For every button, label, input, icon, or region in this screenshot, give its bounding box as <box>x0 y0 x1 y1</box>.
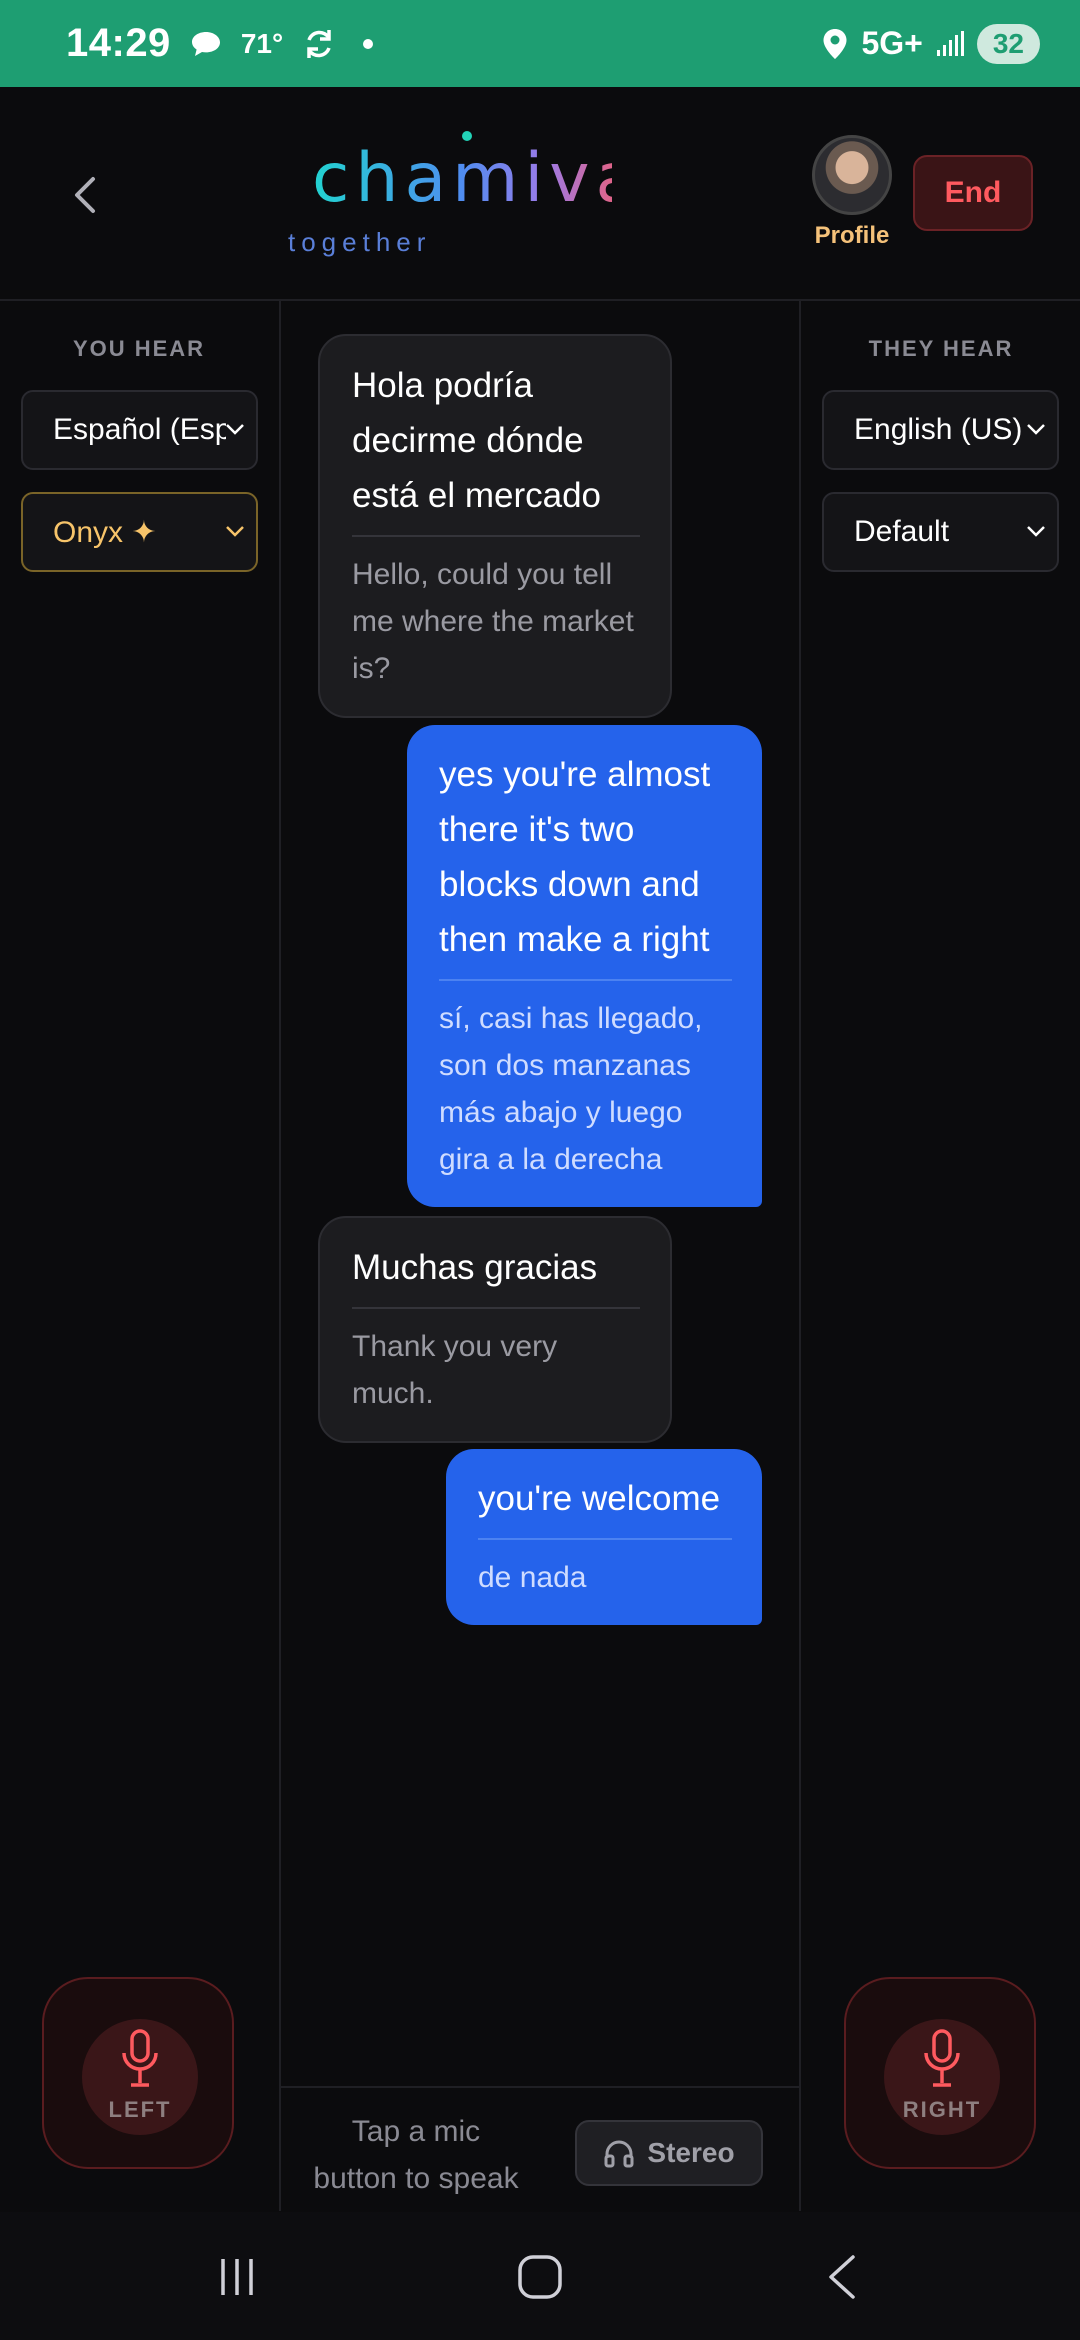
location-icon <box>823 28 847 59</box>
message-bubble-sent: yes you're almost there it's two blocks … <box>407 725 762 1207</box>
message-original: you're welcome <box>478 1479 721 1518</box>
avatar[interactable] <box>812 135 892 215</box>
chevron-down-icon <box>1027 526 1045 537</box>
network-type: 5G+ <box>861 25 923 61</box>
left-language-value: Español (España) <box>53 413 226 446</box>
notification-dot <box>363 38 374 49</box>
sync-icon <box>307 29 331 58</box>
message-translation: Hello, could you tell me where the marke… <box>352 558 634 685</box>
message-original: yes you're almost there it's two blocks … <box>439 755 711 959</box>
end-button[interactable]: End <box>913 155 1033 231</box>
message-translation: de nada <box>478 1561 587 1594</box>
message-bubble-sent: you're welcome de nada <box>446 1449 762 1625</box>
status-temperature: 71° <box>240 27 284 59</box>
system-nav-bar <box>0 2212 1080 2340</box>
nav-back-button[interactable] <box>812 2252 872 2302</box>
microphone-icon <box>122 2029 158 2087</box>
left-mic-button[interactable]: LEFT <box>42 1977 234 2169</box>
right-mic-button[interactable]: RIGHT <box>844 1977 1036 2169</box>
signal-icon <box>936 30 964 56</box>
right-divider <box>799 301 801 2211</box>
stereo-label: Stereo <box>647 2137 735 2168</box>
app-tagline: together <box>288 227 432 257</box>
message-translation: sí, casi has llegado, son dos manzanas m… <box>439 1002 703 1176</box>
chevron-left-icon <box>75 177 95 213</box>
logo-dot <box>462 131 472 141</box>
home-icon <box>518 2255 562 2299</box>
battery-level: 32 <box>976 23 1040 64</box>
headphones-icon <box>604 2140 634 2168</box>
left-divider <box>279 301 281 2211</box>
message-bubble-received: Hola podría decirme dónde está el mercad… <box>318 334 672 718</box>
tap-mic-hint: Tap a mic button to speak <box>313 2115 519 2195</box>
they-hear-label: THEY HEAR <box>868 336 1014 361</box>
right-voice-select[interactable]: Default <box>822 492 1059 572</box>
message-divider <box>352 1307 640 1309</box>
home-button[interactable] <box>510 2252 570 2302</box>
status-time: 14:29 <box>66 21 171 65</box>
message-divider <box>352 535 640 537</box>
stereo-button[interactable]: Stereo <box>575 2120 763 2186</box>
chat-bubble-icon <box>191 31 220 56</box>
chevron-down-icon <box>226 526 244 537</box>
recent-apps-button[interactable] <box>207 2252 267 2302</box>
app-logo: chamiva <box>312 139 637 236</box>
left-voice-select[interactable]: Onyx ✦ <box>21 492 258 572</box>
right-language-value: English (US) <box>854 413 1023 446</box>
app-header: chamiva together Profile End <box>0 87 1080 301</box>
left-voice-value: Onyx ✦ <box>53 515 157 549</box>
microphone-icon <box>924 2029 960 2087</box>
right-mic-label: RIGHT <box>902 2097 982 2122</box>
left-mic-label: LEFT <box>108 2097 172 2122</box>
chevron-down-icon <box>226 424 244 435</box>
left-language-select[interactable]: Español (España) <box>21 390 258 470</box>
input-hint-area: Tap a mic button to speak Stereo <box>281 2086 799 2212</box>
logo-text: chamiva <box>312 139 612 218</box>
back-arrow-icon <box>829 2255 855 2299</box>
chevron-down-icon <box>1027 424 1045 435</box>
message-translation: Thank you very much. <box>352 1330 558 1410</box>
message-divider <box>478 1538 732 1540</box>
you-hear-label: YOU HEAR <box>72 336 206 361</box>
recent-apps-icon <box>221 2259 253 2295</box>
right-language-select[interactable]: English (US) <box>822 390 1059 470</box>
message-bubble-received: Muchas gracias Thank you very much. <box>318 1216 672 1443</box>
message-original: Muchas gracias <box>352 1248 598 1287</box>
back-button[interactable] <box>62 172 108 218</box>
right-voice-value: Default <box>854 515 950 548</box>
message-original: Hola podría decirme dónde está el mercad… <box>352 366 602 515</box>
message-divider <box>439 979 732 981</box>
status-bar: 14:29 71° 5G+ 32 <box>0 0 1080 87</box>
profile-label[interactable]: Profile <box>812 222 892 250</box>
